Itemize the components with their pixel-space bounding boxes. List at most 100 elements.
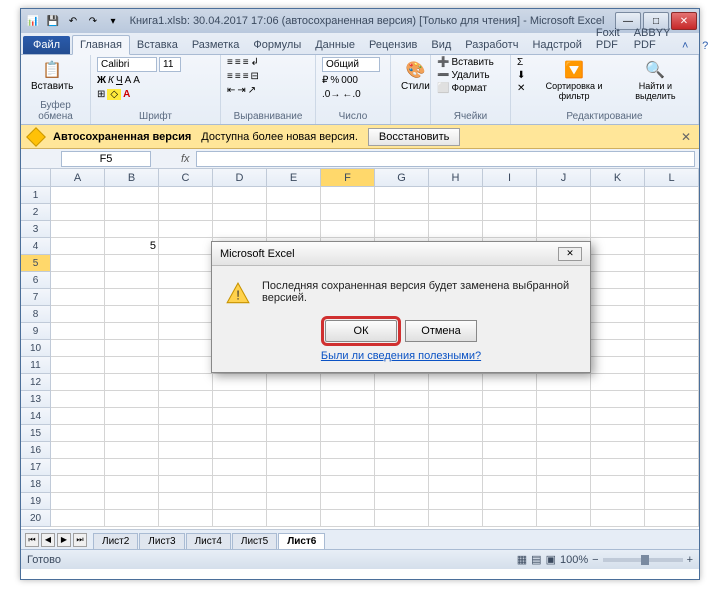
cell[interactable]: [645, 306, 699, 323]
cell[interactable]: [483, 374, 537, 391]
cell[interactable]: [537, 493, 591, 510]
cell[interactable]: [591, 459, 645, 476]
cell[interactable]: [645, 357, 699, 374]
zoom-slider[interactable]: [603, 558, 683, 562]
cell[interactable]: [51, 204, 105, 221]
cell[interactable]: [375, 374, 429, 391]
cell[interactable]: [267, 408, 321, 425]
cell[interactable]: [645, 289, 699, 306]
cell[interactable]: [105, 442, 159, 459]
cell[interactable]: [375, 204, 429, 221]
cell[interactable]: [51, 374, 105, 391]
cell[interactable]: [321, 408, 375, 425]
cell[interactable]: 5: [105, 238, 159, 255]
cell[interactable]: [321, 374, 375, 391]
row-header[interactable]: 18: [21, 476, 51, 493]
cell[interactable]: [159, 204, 213, 221]
cell[interactable]: [213, 476, 267, 493]
cell[interactable]: [159, 255, 213, 272]
cell[interactable]: [429, 425, 483, 442]
tab-data[interactable]: Данные: [308, 36, 362, 54]
cell[interactable]: [645, 391, 699, 408]
cell[interactable]: [537, 408, 591, 425]
cell[interactable]: [159, 408, 213, 425]
cell[interactable]: [321, 221, 375, 238]
cell[interactable]: [105, 391, 159, 408]
sheet-nav-first-icon[interactable]: ⏮: [25, 533, 39, 547]
row-header[interactable]: 2: [21, 204, 51, 221]
column-header[interactable]: L: [645, 169, 699, 186]
cell[interactable]: [645, 374, 699, 391]
row-header[interactable]: 9: [21, 323, 51, 340]
cell[interactable]: [267, 391, 321, 408]
cell[interactable]: [591, 476, 645, 493]
tab-view[interactable]: Вид: [424, 36, 458, 54]
save-icon[interactable]: 💾: [45, 13, 61, 29]
cell[interactable]: [159, 476, 213, 493]
restore-button[interactable]: Восстановить: [368, 128, 460, 146]
cell[interactable]: [591, 374, 645, 391]
row-header[interactable]: 7: [21, 289, 51, 306]
cell[interactable]: [213, 204, 267, 221]
row-header[interactable]: 14: [21, 408, 51, 425]
cell[interactable]: [105, 187, 159, 204]
row-header[interactable]: 3: [21, 221, 51, 238]
sheet-nav-last-icon[interactable]: ⏭: [73, 533, 87, 547]
cell[interactable]: [159, 425, 213, 442]
cell[interactable]: [159, 374, 213, 391]
cell[interactable]: [105, 340, 159, 357]
column-header[interactable]: K: [591, 169, 645, 186]
cell[interactable]: [321, 476, 375, 493]
tab-layout[interactable]: Разметка: [185, 36, 247, 54]
cell[interactable]: [267, 459, 321, 476]
cell[interactable]: [267, 476, 321, 493]
tab-developer[interactable]: Разработч: [458, 36, 525, 54]
tab-formulas[interactable]: Формулы: [246, 36, 308, 54]
column-header[interactable]: J: [537, 169, 591, 186]
cell[interactable]: [483, 204, 537, 221]
cell[interactable]: [51, 187, 105, 204]
cell[interactable]: [537, 476, 591, 493]
cell[interactable]: [51, 306, 105, 323]
dialog-ok-button[interactable]: ОК: [325, 320, 397, 342]
cell[interactable]: [645, 459, 699, 476]
row-header[interactable]: 17: [21, 459, 51, 476]
cell[interactable]: [105, 493, 159, 510]
cell[interactable]: [159, 306, 213, 323]
cell[interactable]: [591, 289, 645, 306]
currency-icon[interactable]: ₽: [322, 75, 328, 86]
cell[interactable]: [51, 476, 105, 493]
cell[interactable]: [213, 459, 267, 476]
cell[interactable]: [51, 221, 105, 238]
paste-button[interactable]: 📋 Вставить: [27, 57, 77, 94]
cell[interactable]: [645, 510, 699, 527]
cell[interactable]: [159, 357, 213, 374]
wrap-text-icon[interactable]: ↲: [251, 57, 259, 68]
cell[interactable]: [105, 510, 159, 527]
cell[interactable]: [51, 255, 105, 272]
sheet-tab[interactable]: Лист4: [186, 533, 231, 549]
font-color-icon[interactable]: А: [123, 89, 130, 100]
cell[interactable]: [645, 221, 699, 238]
cell[interactable]: [321, 442, 375, 459]
cell[interactable]: [429, 459, 483, 476]
row-header[interactable]: 8: [21, 306, 51, 323]
cell[interactable]: [159, 340, 213, 357]
column-header[interactable]: H: [429, 169, 483, 186]
tab-abbyy[interactable]: ABBYY PDF: [627, 24, 678, 54]
cell[interactable]: [105, 204, 159, 221]
autosum-icon[interactable]: Σ: [517, 57, 525, 68]
column-header[interactable]: F: [321, 169, 375, 186]
dialog-close-icon[interactable]: ✕: [558, 247, 582, 261]
cell[interactable]: [375, 408, 429, 425]
cell[interactable]: [51, 408, 105, 425]
tab-addins[interactable]: Надстрой: [525, 36, 588, 54]
cell[interactable]: [645, 272, 699, 289]
cell[interactable]: [375, 510, 429, 527]
view-layout-icon[interactable]: ▤: [531, 553, 541, 566]
find-select-button[interactable]: 🔍 Найти и выделить: [619, 57, 692, 103]
cell[interactable]: [267, 425, 321, 442]
align-bottom-icon[interactable]: ≡: [243, 57, 249, 68]
cell[interactable]: [51, 272, 105, 289]
cell[interactable]: [483, 187, 537, 204]
